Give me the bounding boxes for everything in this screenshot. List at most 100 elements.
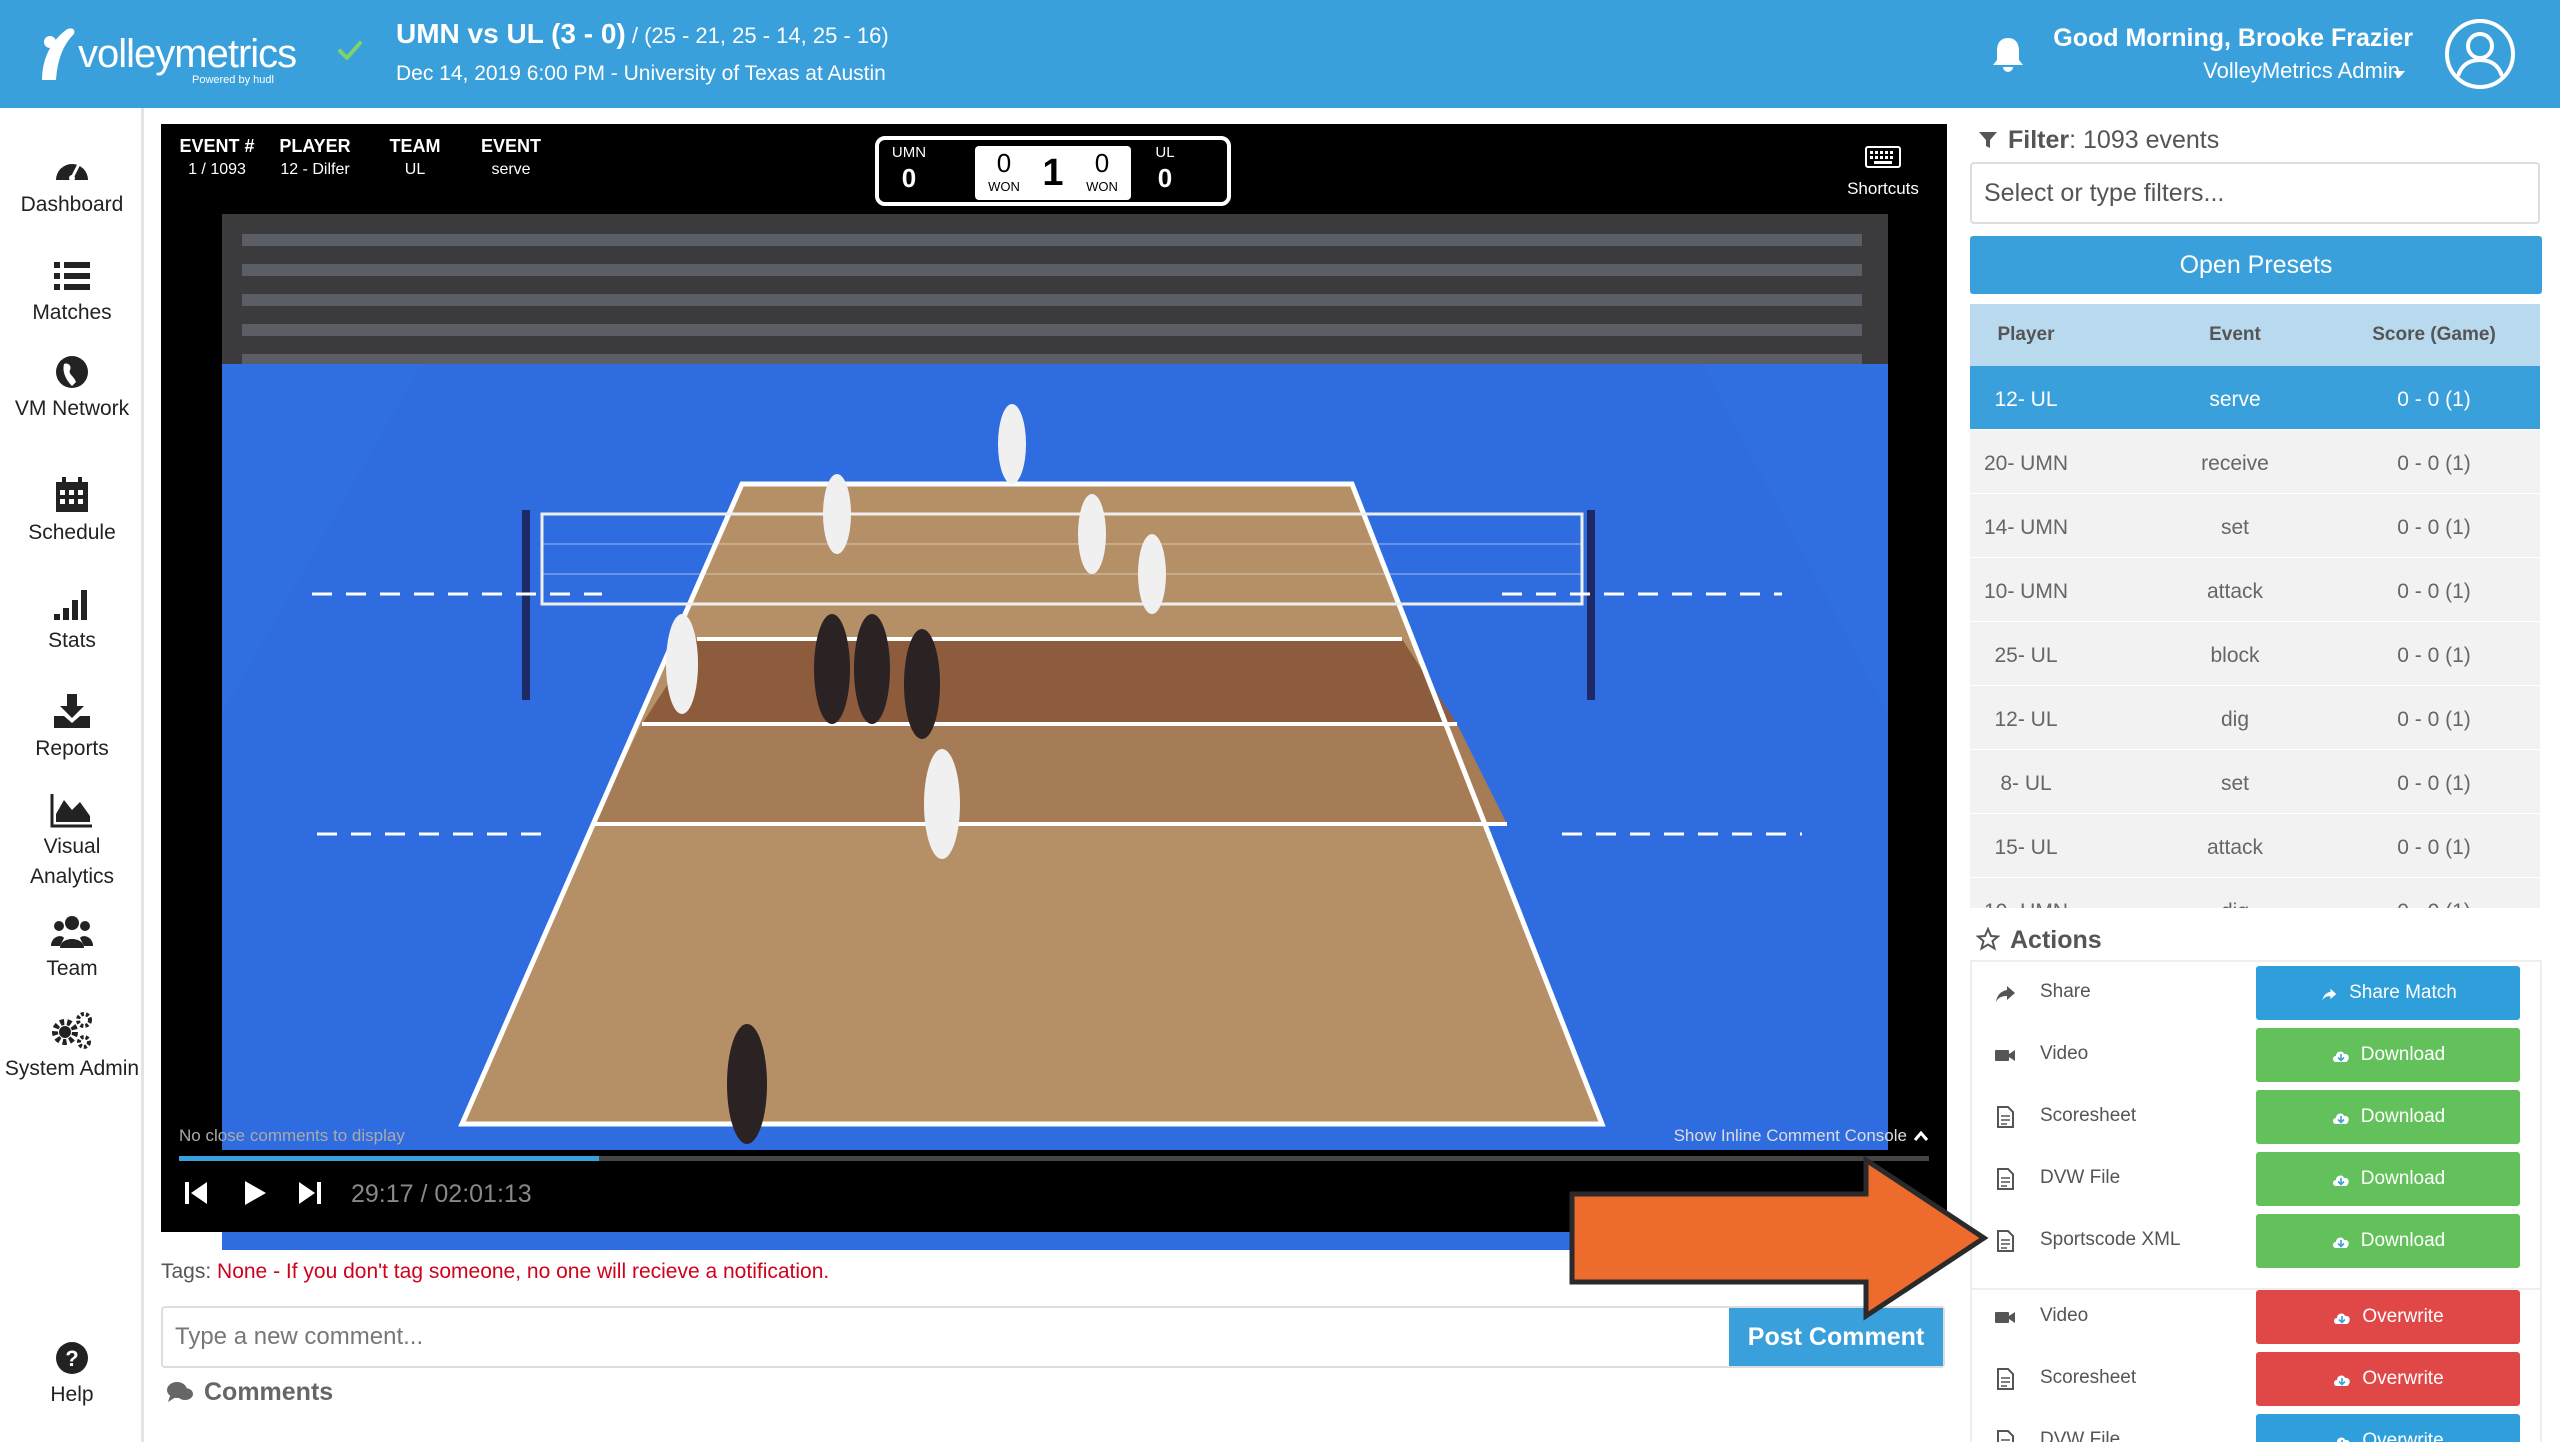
download-button[interactable]: Download (2256, 1028, 2520, 1082)
skip-forward-icon[interactable] (295, 1178, 325, 1208)
cell-event: serve (2209, 388, 2261, 411)
filter-label: Filter (2008, 126, 2070, 154)
share-match-button[interactable]: Share Match (2256, 966, 2520, 1020)
table-row[interactable]: 15- UL attack 0 - 0 (1) (1970, 814, 2540, 878)
cell-event: dig (2220, 708, 2250, 731)
chevron-up-icon[interactable] (1913, 1130, 1929, 1142)
star-icon (1975, 926, 2001, 951)
sidebar-item-dashboard[interactable]: Dashboard (0, 150, 144, 220)
table-row[interactable]: 12- UL dig 0 - 0 (1) (1970, 686, 2540, 750)
comments-icon (167, 1382, 193, 1402)
show-inline-console-link[interactable]: Show Inline Comment Console (1674, 1126, 1907, 1146)
table-row[interactable]: 12- UL serve 0 - 0 (1) (1970, 366, 2540, 430)
table-row[interactable]: 10- UMN dig 0 - 0 (1) (1970, 878, 2540, 908)
video-player: EVENT # 1 / 1093 PLAYER 12 - Dilfer TEAM… (161, 124, 1947, 1250)
action-label: Scoresheet (2040, 1105, 2137, 1126)
progress-fill (179, 1156, 599, 1161)
table-row[interactable]: 10- UMN attack 0 - 0 (1) (1970, 558, 2540, 622)
event-player: PLAYER 12 - Dilfer (265, 136, 365, 179)
share-icon (2322, 988, 2337, 1001)
download-button[interactable]: Download (2256, 1152, 2520, 1206)
overwrite-button[interactable]: Overwrite (2256, 1352, 2520, 1406)
cell-event: block (2210, 644, 2260, 667)
video-frame[interactable] (222, 214, 1888, 1250)
volleymetrics-logo[interactable]: volleymetrics Powered by hudl (36, 16, 297, 92)
sidebar-item-help[interactable]: ? Help (0, 1340, 144, 1410)
sidebar-item-label: Stats (48, 629, 96, 652)
tags-label: Tags: (161, 1260, 218, 1283)
comments-heading-text: Comments (204, 1378, 334, 1406)
time-display: 29:17 / 02:01:13 (351, 1180, 532, 1208)
top-header: volleymetrics Powered by hudl UMN vs UL … (0, 0, 2560, 108)
event-team-value: UL (404, 161, 426, 178)
logo-mark-icon (42, 28, 75, 80)
actions-panel: Share Share Match Video Download Scoresheet D… (1970, 960, 2542, 1442)
sidebar-item-label: Help (50, 1383, 94, 1406)
cell-player: 20- UMN (1983, 452, 2068, 475)
sidebar-item-system-admin[interactable]: System Admin (0, 1010, 144, 1084)
action-label: Sportscode XML (2040, 1229, 2181, 1250)
sidebar-item-schedule[interactable]: Schedule (0, 476, 144, 548)
table-row[interactable]: 25- UL block 0 - 0 (1) (1970, 622, 2540, 686)
open-presets-button[interactable]: Open Presets (1970, 236, 2542, 294)
sidebar-item-team[interactable]: Team (0, 914, 144, 984)
cell-player: 14- UMN (1983, 516, 2068, 539)
video-camera-icon (1995, 1312, 2015, 1323)
sidebar-item-visual-analytics[interactable]: Visual Analytics (0, 792, 144, 892)
cloud-download-icon (2334, 1313, 2351, 1324)
calendar-icon (56, 477, 88, 512)
cell-player: 10- UMN (1983, 580, 2068, 603)
inline-comment-strip: No close comments to display Show Inline… (161, 1122, 1947, 1150)
scoreboard-away: UL 0 (1135, 144, 1195, 194)
column-header-player[interactable]: Player (1970, 324, 2082, 346)
action-button-label: Overwrite (2362, 1306, 2444, 1327)
won-label: WON (1086, 179, 1118, 194)
dashboard-icon (56, 161, 88, 181)
users-icon (51, 916, 93, 948)
cell-score: 0 - 0 (1) (2397, 388, 2471, 411)
cell-player: 12- UL (1994, 708, 2058, 731)
event-number-header: EVENT # (179, 136, 255, 156)
comment-input[interactable] (163, 1308, 1731, 1366)
overwrite-button[interactable]: Overwrite (2256, 1290, 2520, 1344)
share-icon (1996, 986, 2015, 1002)
action-button-label: Overwrite (2362, 1430, 2444, 1442)
brand-name: volleymetrics (78, 32, 297, 76)
caret-down-icon[interactable] (2392, 70, 2406, 80)
cell-player: 12- UL (1994, 388, 2058, 411)
sidebar-item-label: Reports (35, 737, 109, 760)
cell-score: 0 - 0 (1) (2397, 772, 2471, 795)
shortcuts-button[interactable]: Shortcuts (1833, 146, 1933, 199)
skip-back-icon[interactable] (181, 1178, 211, 1208)
table-row[interactable]: 20- UMN receive 0 - 0 (1) (1970, 430, 2540, 494)
scoreboard: UMN 0 0 WON 1 0 WON UL 0 (875, 136, 1231, 206)
won-label: WON (988, 179, 1020, 194)
user-role-dropdown[interactable]: VolleyMetrics Admin (2203, 58, 2400, 84)
cell-event: attack (2206, 836, 2264, 859)
filter-input[interactable] (1970, 162, 2540, 224)
scoreboard-home: UMN 0 (879, 144, 939, 194)
cloud-download-icon (2332, 1051, 2349, 1062)
column-header-event[interactable]: Event (2166, 324, 2304, 346)
cloud-download-icon (2337, 1437, 2350, 1442)
download-button[interactable]: Download (2256, 1214, 2520, 1268)
sidebar-item-reports[interactable]: Reports (0, 692, 144, 764)
download-button[interactable]: Download (2256, 1090, 2520, 1144)
event-player-header: PLAYER (279, 136, 351, 156)
action-label: Video (2040, 1305, 2089, 1326)
user-avatar-icon[interactable] (2444, 18, 2516, 90)
sidebar-item-stats[interactable]: Stats (0, 586, 144, 656)
sidebar-item-vm-network[interactable]: VM Network (0, 354, 144, 424)
play-icon[interactable] (239, 1178, 269, 1208)
cell-player: 8- UL (2000, 772, 2052, 795)
table-row[interactable]: 14- UMN set 0 - 0 (1) (1970, 494, 2540, 558)
overwrite-button[interactable]: Overwrite (2256, 1414, 2520, 1442)
table-row[interactable]: 8- UL set 0 - 0 (1) (1970, 750, 2540, 814)
sidebar-item-label: Schedule (28, 521, 116, 544)
bell-icon[interactable] (1988, 34, 2028, 74)
shortcuts-label: Shortcuts (1847, 179, 1919, 198)
document-icon (1997, 1368, 2014, 1390)
cell-event: dig (2166, 900, 2304, 908)
column-header-score[interactable]: Score (Game) (2344, 324, 2524, 346)
sidebar-item-matches[interactable]: Matches (0, 258, 144, 328)
